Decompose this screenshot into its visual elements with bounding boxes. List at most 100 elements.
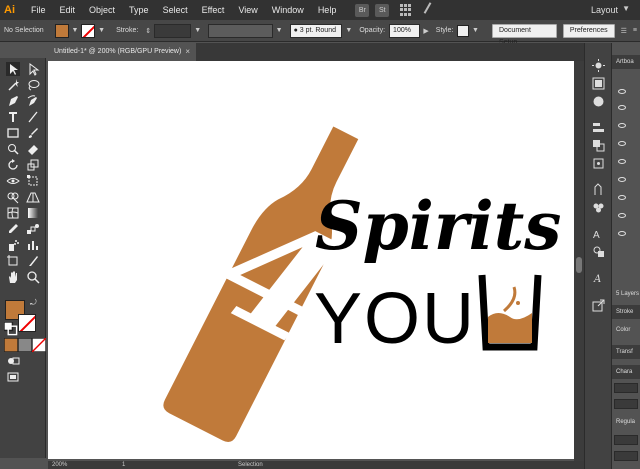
preferences-button[interactable]: Preferences — [562, 23, 615, 38]
visibility-eye-icon[interactable] — [618, 231, 626, 236]
default-fill-stroke-icon[interactable] — [3, 321, 18, 336]
menu-object[interactable]: Object — [82, 0, 122, 20]
font-style-field[interactable]: Regula — [616, 419, 635, 425]
chevron-down-icon[interactable]: ▼ — [276, 27, 283, 34]
zoom-tool-icon[interactable] — [26, 270, 40, 284]
width-tool-icon[interactable] — [6, 174, 20, 188]
menu-effect[interactable]: Effect — [195, 0, 232, 20]
type-tool-icon[interactable] — [6, 110, 20, 124]
visibility-eye-icon[interactable] — [618, 105, 626, 110]
menu-select[interactable]: Select — [156, 0, 195, 20]
lasso-tool-icon[interactable] — [26, 78, 40, 92]
visibility-eye-icon[interactable] — [618, 89, 626, 94]
paintbrush-tool-icon[interactable] — [26, 126, 40, 140]
pathfinder-icon[interactable] — [592, 139, 605, 152]
gradient-mode-icon[interactable] — [17, 337, 33, 353]
perspective-grid-tool-icon[interactable] — [26, 190, 40, 204]
menu-window[interactable]: Window — [265, 0, 311, 20]
slice-tool-icon[interactable] — [26, 254, 40, 268]
workspace-switcher[interactable]: Layout — [591, 0, 618, 20]
vertical-scrollbar[interactable] — [574, 61, 584, 461]
visibility-eye-icon[interactable] — [618, 195, 626, 200]
blend-tool-icon[interactable] — [26, 222, 40, 236]
opacity-label[interactable]: Opacity: — [355, 27, 389, 34]
rotate-tool-icon[interactable] — [6, 158, 20, 172]
gradient-tool-icon[interactable] — [26, 206, 40, 220]
export-icon[interactable] — [592, 299, 605, 312]
opacity-field[interactable]: 100% — [389, 23, 421, 38]
align-icon[interactable] — [592, 121, 605, 134]
visibility-eye-icon[interactable] — [618, 213, 626, 218]
logo-artwork[interactable]: 4 Spirits YOU — [48, 61, 574, 459]
font-search-field[interactable] — [614, 399, 638, 409]
direct-selection-tool-icon[interactable] — [26, 62, 40, 76]
graphic-style-swatch[interactable] — [457, 24, 470, 37]
hand-tool-icon[interactable] — [6, 270, 20, 284]
stroke-tab[interactable]: Stroke — [612, 305, 640, 319]
chevron-down-icon[interactable]: ▼ — [72, 27, 79, 34]
stroke-swatch[interactable] — [18, 314, 36, 332]
font-family-field[interactable] — [614, 383, 638, 393]
brightness-icon[interactable] — [592, 59, 605, 72]
column-graph-tool-icon[interactable] — [26, 238, 40, 252]
color-tab[interactable]: Color — [616, 327, 630, 333]
glyphs-icon[interactable]: A — [592, 271, 605, 285]
panel-menu-icon[interactable]: ≡ — [633, 27, 637, 34]
bridge-button[interactable]: Br — [355, 3, 370, 17]
eyedropper-tool-icon[interactable] — [6, 222, 20, 236]
visibility-eye-icon[interactable] — [618, 141, 626, 146]
transform-icon[interactable] — [592, 157, 605, 170]
shaper-tool-icon[interactable] — [6, 142, 20, 156]
selection-tool-icon[interactable] — [6, 62, 20, 76]
artboard-tool-icon[interactable] — [6, 254, 20, 268]
chevron-down-icon[interactable]: ▼ — [472, 27, 479, 34]
stock-button[interactable]: St — [375, 3, 390, 17]
font-size-field[interactable] — [614, 435, 638, 445]
artboard[interactable]: 4 Spirits YOU — [48, 61, 574, 459]
fill-color-swatch[interactable] — [54, 23, 69, 38]
eraser-tool-icon[interactable] — [26, 142, 40, 156]
document-tab[interactable]: Untitled-1* @ 200% (RGB/GPU Preview) × — [48, 43, 196, 61]
brush-definition-field[interactable]: ● 3 pt. Round — [289, 23, 343, 38]
variable-width-profile[interactable] — [208, 23, 273, 38]
visibility-eye-icon[interactable] — [618, 123, 626, 128]
menu-type[interactable]: Type — [122, 0, 156, 20]
appearance-icon[interactable] — [592, 245, 605, 258]
arrange-documents-icon[interactable] — [400, 4, 412, 16]
color-mode-icon[interactable] — [3, 337, 19, 353]
scale-tool-icon[interactable] — [26, 158, 40, 172]
artboards-tab[interactable]: Artboa — [612, 55, 640, 69]
magic-wand-tool-icon[interactable] — [6, 78, 20, 92]
menu-help[interactable]: Help — [311, 0, 344, 20]
libraries-icon[interactable] — [592, 95, 605, 108]
shape-builder-tool-icon[interactable] — [6, 190, 20, 204]
document-setup-button[interactable]: Document Setup — [491, 23, 557, 46]
mesh-tool-icon[interactable] — [6, 206, 20, 220]
tracking-field[interactable] — [614, 451, 638, 461]
chevron-right-icon[interactable]: ▶ — [423, 27, 428, 35]
menu-view[interactable]: View — [231, 0, 264, 20]
close-icon[interactable]: × — [185, 43, 190, 61]
visibility-eye-icon[interactable] — [618, 159, 626, 164]
chevron-down-icon[interactable]: ▼ — [622, 4, 630, 13]
stroke-color-swatch[interactable] — [81, 23, 96, 38]
current-tool-status[interactable]: Selection — [238, 461, 263, 469]
menu-file[interactable]: File — [24, 0, 53, 20]
rectangle-tool-icon[interactable] — [6, 126, 20, 140]
drawing-modes-icon[interactable] — [6, 354, 20, 368]
symbols-icon[interactable] — [592, 201, 605, 214]
brushes-icon[interactable] — [592, 183, 605, 196]
swap-fill-stroke-icon[interactable]: ⤾ — [30, 298, 40, 308]
chevron-down-icon[interactable]: ▼ — [98, 27, 105, 34]
menu-edit[interactable]: Edit — [53, 0, 83, 20]
chevron-down-icon[interactable]: ▼ — [345, 27, 352, 34]
free-transform-tool-icon[interactable] — [26, 174, 40, 188]
stroke-weight-field[interactable] — [154, 23, 192, 38]
curvature-tool-icon[interactable] — [26, 94, 40, 108]
zoom-level[interactable]: 200% — [52, 461, 67, 469]
none-mode-icon[interactable] — [31, 337, 47, 353]
screen-mode-icon[interactable] — [6, 370, 20, 384]
transform-tab[interactable]: Transf — [612, 345, 640, 359]
line-segment-tool-icon[interactable] — [26, 110, 40, 124]
artboard-navigation[interactable]: 1 — [122, 461, 125, 469]
